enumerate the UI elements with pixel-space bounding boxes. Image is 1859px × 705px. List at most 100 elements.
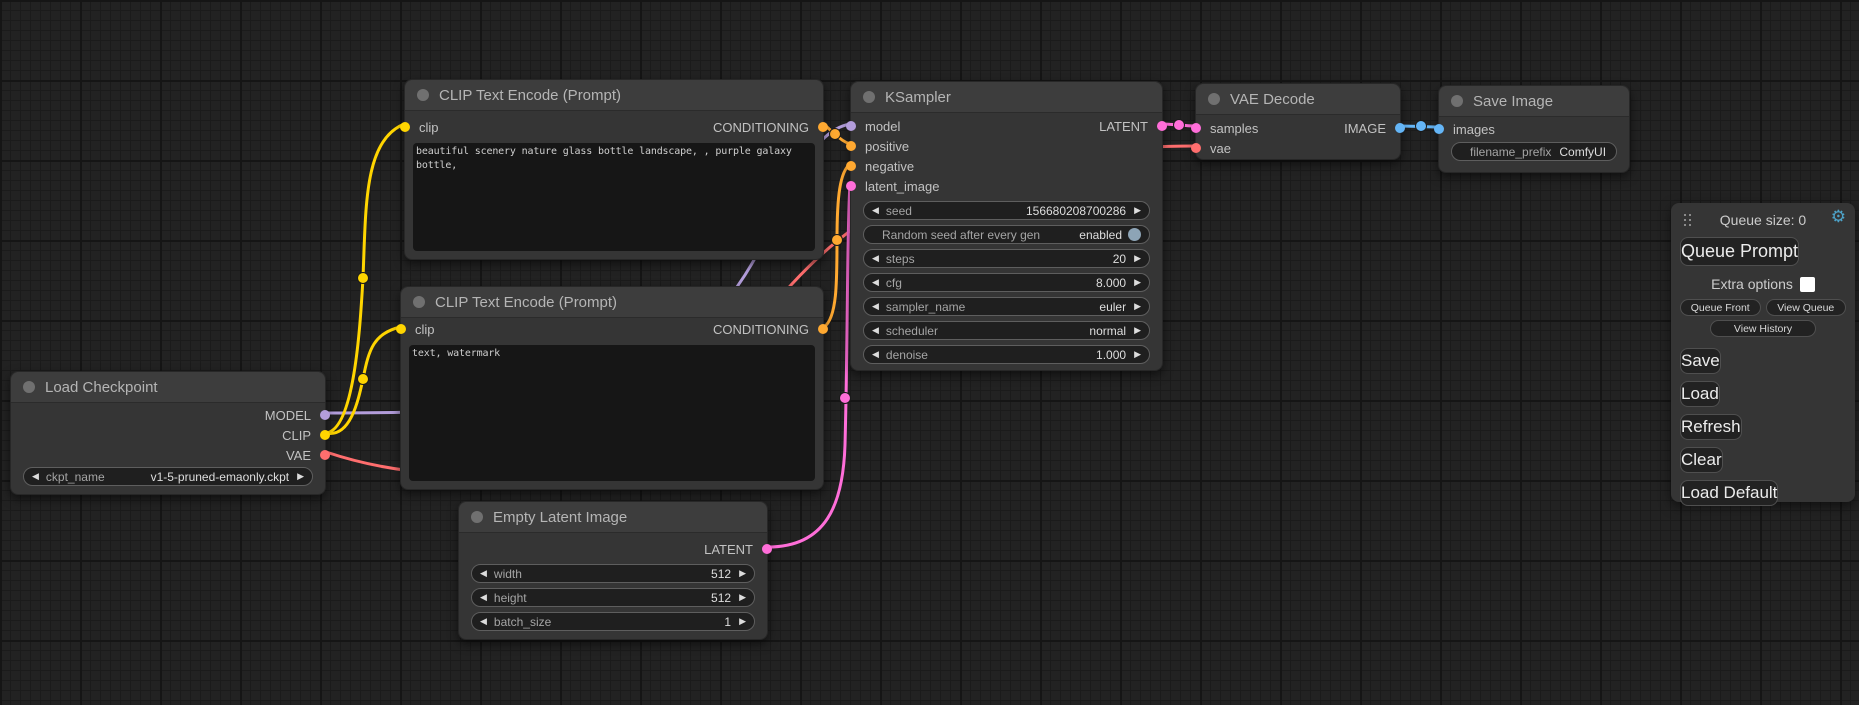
collapse-dot-icon[interactable]	[23, 381, 35, 393]
node-load-checkpoint[interactable]: Load Checkpoint MODEL CLIP VAE ◀ ckpt_na…	[10, 371, 326, 495]
increment-arrow-icon[interactable]: ▶	[1134, 278, 1141, 287]
input-port-negative[interactable]	[846, 161, 856, 171]
widget-ckpt-name[interactable]: ◀ ckpt_name v1-5-pruned-emaonly.ckpt ▶	[23, 467, 313, 486]
output-port-conditioning[interactable]	[818, 324, 828, 334]
output-port-vae[interactable]	[320, 450, 330, 460]
input-port-vae[interactable]	[1191, 143, 1201, 153]
node-title-bar[interactable]: CLIP Text Encode (Prompt)	[405, 80, 823, 111]
collapse-dot-icon[interactable]	[471, 511, 483, 523]
node-save-image[interactable]: Save Image images filename_prefix ComfyU…	[1438, 85, 1630, 173]
decrement-arrow-icon[interactable]: ◀	[872, 254, 879, 263]
decrement-arrow-icon[interactable]: ◀	[872, 302, 879, 311]
increment-arrow-icon[interactable]: ▶	[1134, 350, 1141, 359]
port-label-vae: vae	[1210, 141, 1231, 156]
increment-arrow-icon[interactable]: ▶	[739, 593, 746, 602]
gear-icon[interactable]: ⚙	[1831, 208, 1846, 225]
decrement-arrow-icon[interactable]: ◀	[872, 206, 879, 215]
input-port-images[interactable]	[1434, 124, 1444, 134]
input-port-positive[interactable]	[846, 141, 856, 151]
widget-batch-size[interactable]: ◀ batch_size 1 ▶	[471, 612, 755, 631]
node-clip-text-encode-negative[interactable]: CLIP Text Encode (Prompt) clip CONDITION…	[400, 286, 824, 490]
input-port-clip[interactable]	[400, 122, 410, 132]
decrement-arrow-icon[interactable]: ◀	[32, 472, 39, 481]
widget-width[interactable]: ◀ width 512 ▶	[471, 564, 755, 583]
widget-label: steps	[886, 252, 915, 266]
load-default-button[interactable]: Load Default	[1680, 480, 1778, 506]
widget-label: width	[494, 567, 522, 581]
widget-denoise[interactable]: ◀ denoise 1.000 ▶	[863, 345, 1150, 364]
refresh-button[interactable]: Refresh	[1680, 414, 1742, 440]
save-button[interactable]: Save	[1680, 348, 1721, 374]
decrement-arrow-icon[interactable]: ◀	[480, 593, 487, 602]
node-title-bar[interactable]: CLIP Text Encode (Prompt)	[401, 287, 823, 318]
prompt-textarea[interactable]: beautiful scenery nature glass bottle la…	[413, 143, 815, 251]
widget-cfg[interactable]: ◀ cfg 8.000 ▶	[863, 273, 1150, 292]
prompt-textarea[interactable]: text, watermark	[409, 345, 815, 481]
widget-value: 512	[530, 567, 731, 581]
link-dot	[832, 235, 843, 246]
decrement-arrow-icon[interactable]: ◀	[872, 326, 879, 335]
collapse-dot-icon[interactable]	[413, 296, 425, 308]
widget-label: Random seed after every gen	[882, 228, 1040, 242]
input-port-latent-image[interactable]	[846, 181, 856, 191]
increment-arrow-icon[interactable]: ▶	[1134, 326, 1141, 335]
output-port-model[interactable]	[320, 410, 330, 420]
queue-front-button[interactable]: Queue Front	[1680, 299, 1761, 316]
port-row: positive	[851, 136, 1162, 156]
port-row: clip CONDITIONING	[401, 319, 823, 339]
link-dot	[840, 393, 851, 404]
output-port-latent[interactable]	[1157, 121, 1167, 131]
output-port-clip[interactable]	[320, 430, 330, 440]
port-label-conditioning: CONDITIONING	[713, 120, 809, 135]
clear-button[interactable]: Clear	[1680, 447, 1723, 473]
decrement-arrow-icon[interactable]: ◀	[872, 350, 879, 359]
decrement-arrow-icon[interactable]: ◀	[480, 617, 487, 626]
collapse-dot-icon[interactable]	[1208, 93, 1220, 105]
increment-arrow-icon[interactable]: ▶	[739, 617, 746, 626]
node-title-bar[interactable]: Load Checkpoint	[11, 372, 325, 403]
widget-height[interactable]: ◀ height 512 ▶	[471, 588, 755, 607]
widget-seed[interactable]: ◀ seed 156680208700286 ▶	[863, 201, 1150, 220]
widget-steps[interactable]: ◀ steps 20 ▶	[863, 249, 1150, 268]
collapse-dot-icon[interactable]	[417, 89, 429, 101]
input-port-clip[interactable]	[396, 324, 406, 334]
output-port-latent[interactable]	[762, 544, 772, 554]
widget-random-seed-toggle[interactable]: Random seed after every gen enabled	[863, 225, 1150, 244]
output-port-image[interactable]	[1395, 123, 1405, 133]
load-button[interactable]: Load	[1680, 381, 1720, 407]
node-title-bar[interactable]: Save Image	[1439, 86, 1629, 117]
node-title: KSampler	[885, 89, 951, 106]
node-title-bar[interactable]: Empty Latent Image	[459, 502, 767, 533]
collapse-dot-icon[interactable]	[863, 91, 875, 103]
increment-arrow-icon[interactable]: ▶	[1134, 302, 1141, 311]
increment-arrow-icon[interactable]: ▶	[1134, 254, 1141, 263]
view-queue-button[interactable]: View Queue	[1766, 299, 1847, 316]
queue-prompt-button[interactable]: Queue Prompt	[1680, 237, 1799, 266]
node-clip-text-encode-positive[interactable]: CLIP Text Encode (Prompt) clip CONDITION…	[404, 79, 824, 260]
node-title: Save Image	[1473, 93, 1553, 110]
widget-value: 1.000	[936, 348, 1126, 362]
node-ksampler[interactable]: KSampler model LATENT positive negative …	[850, 81, 1163, 371]
node-title-bar[interactable]: VAE Decode	[1196, 84, 1400, 115]
widget-label: sampler_name	[886, 300, 965, 314]
node-graph-canvas[interactable]: Load Checkpoint MODEL CLIP VAE ◀ ckpt_na…	[0, 0, 1859, 705]
node-vae-decode[interactable]: VAE Decode samples IMAGE vae	[1195, 83, 1401, 160]
node-title-bar[interactable]: KSampler	[851, 82, 1162, 113]
decrement-arrow-icon[interactable]: ◀	[872, 278, 879, 287]
input-port-model[interactable]	[846, 121, 856, 131]
view-history-button[interactable]: View History	[1710, 320, 1816, 337]
node-empty-latent-image[interactable]: Empty Latent Image LATENT ◀ width 512 ▶ …	[458, 501, 768, 640]
widget-filename-prefix[interactable]: filename_prefix ComfyUI	[1451, 142, 1617, 161]
decrement-arrow-icon[interactable]: ◀	[480, 569, 487, 578]
increment-arrow-icon[interactable]: ▶	[739, 569, 746, 578]
output-port-conditioning[interactable]	[818, 122, 828, 132]
input-port-samples[interactable]	[1191, 123, 1201, 133]
collapse-dot-icon[interactable]	[1451, 95, 1463, 107]
extra-options-checkbox[interactable]	[1800, 277, 1815, 292]
widget-sampler-name[interactable]: ◀ sampler_name euler ▶	[863, 297, 1150, 316]
port-label-clip: clip	[415, 322, 435, 337]
widget-scheduler[interactable]: ◀ scheduler normal ▶	[863, 321, 1150, 340]
increment-arrow-icon[interactable]: ▶	[297, 472, 304, 481]
increment-arrow-icon[interactable]: ▶	[1134, 206, 1141, 215]
toggle-enabled-icon[interactable]	[1128, 228, 1141, 241]
